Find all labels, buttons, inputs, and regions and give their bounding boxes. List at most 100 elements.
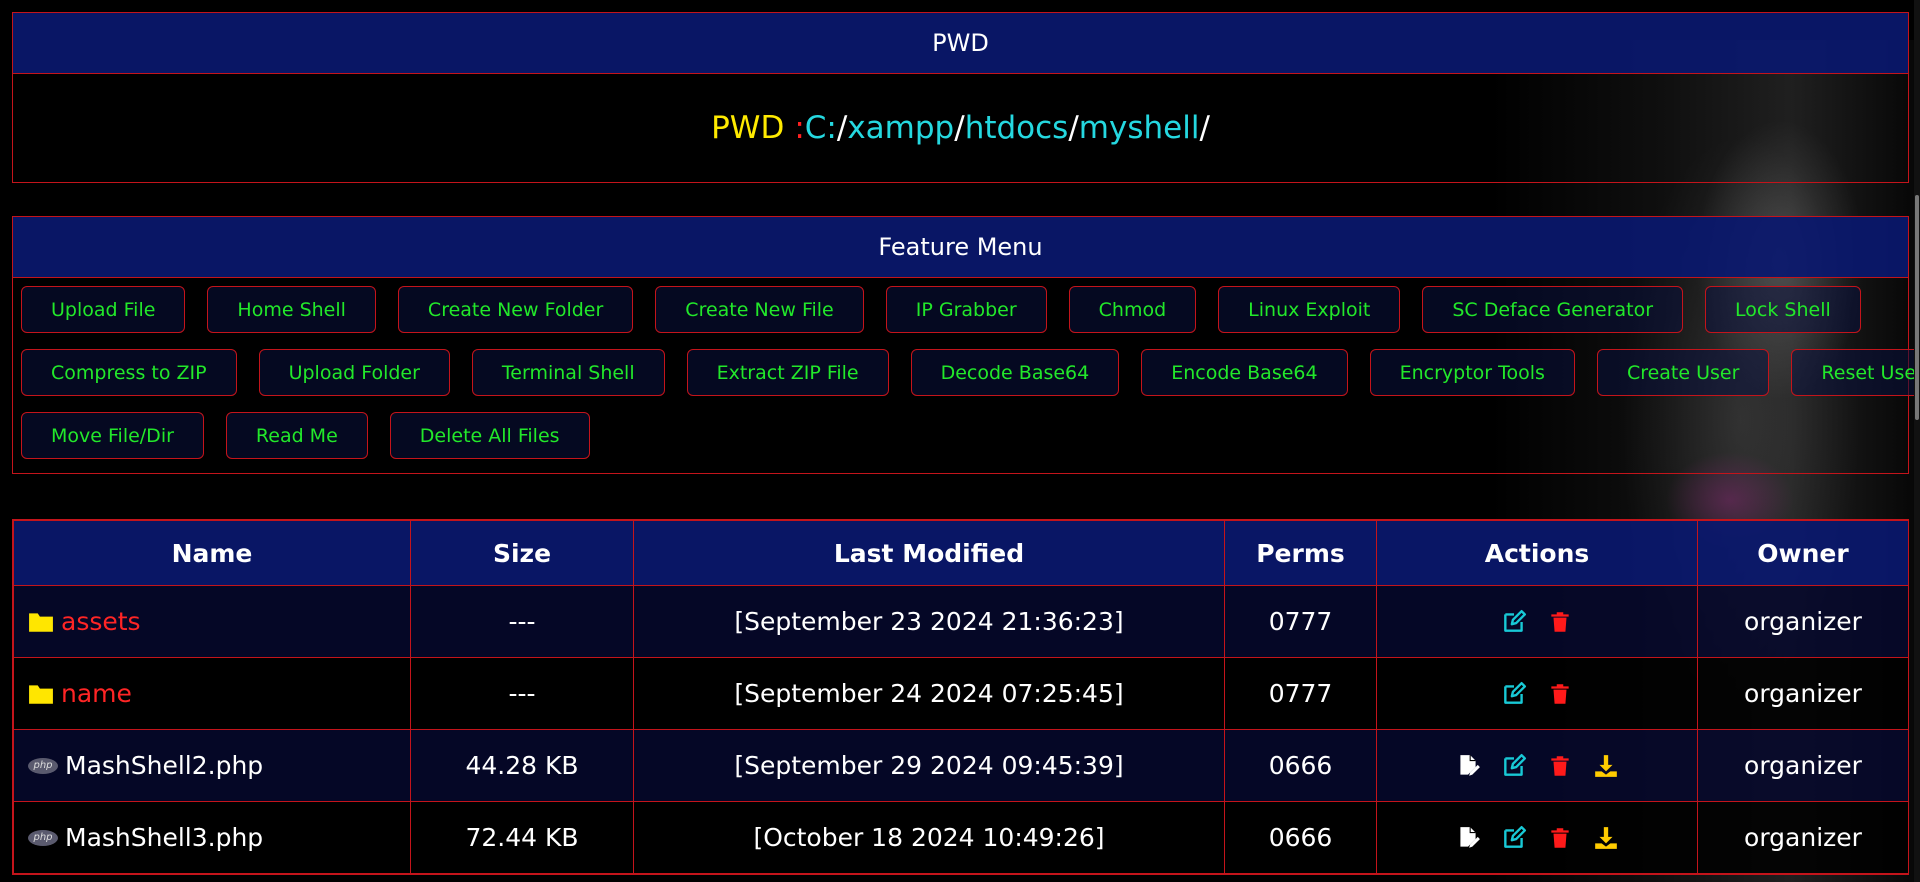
header-size[interactable]: Size [410,520,634,586]
edit-file-icon[interactable] [1455,753,1481,779]
folder-icon [28,681,54,707]
feature-menu-title: Feature Menu [13,217,1908,278]
trash-icon[interactable] [1547,609,1573,635]
pwd-panel: PWD PWD : C:/xampp/htdocs/myshell/ [12,12,1909,183]
table-row: assets --- [September 23 2024 21:36:23] 077… [13,585,1909,658]
shell-page: PWD PWD : C:/xampp/htdocs/myshell/ Featu… [0,0,1920,882]
trash-icon[interactable] [1547,825,1573,851]
rename-icon[interactable] [1501,825,1527,851]
name-cell: php MashShell3.php [13,801,411,874]
chmod-button[interactable]: Chmod [1068,286,1197,333]
name-cell: assets [13,585,411,658]
path-separator: / [836,110,848,146]
create-user-button[interactable]: Create User [1596,349,1770,396]
scrollbar[interactable] [1914,0,1920,882]
path-segment-link[interactable]: htdocs [965,110,1069,146]
path-segment-link[interactable]: C: [805,110,837,146]
size-cell: --- [410,657,634,730]
size-cell: 72.44 KB [410,801,634,874]
upload-folder-button[interactable]: Upload Folder [258,349,450,396]
actions-cell [1376,657,1698,730]
name-cell-content: assets [28,607,409,636]
php-file-icon: php [28,829,58,846]
compress-to-zip-button[interactable]: Compress to ZIP [21,349,237,396]
actions-group [1378,681,1696,707]
perms-cell[interactable]: 0666 [1224,801,1377,874]
name-cell-content: php MashShell3.php [28,823,409,852]
header-name[interactable]: Name [13,520,411,586]
header-actions: Actions [1376,520,1698,586]
trash-icon[interactable] [1547,753,1573,779]
download-icon[interactable] [1593,753,1619,779]
terminal-shell-button[interactable]: Terminal Shell [471,349,665,396]
encode-base64-button[interactable]: Encode Base64 [1141,349,1348,396]
feature-button-row: Move File/Dir Read Me Delete All Files [21,412,1908,459]
owner-cell: organizer [1697,585,1909,658]
read-me-button[interactable]: Read Me [225,412,368,459]
rename-icon[interactable] [1501,681,1527,707]
php-file-icon: php [28,757,58,774]
home-shell-button[interactable]: Home Shell [207,286,376,333]
owner-cell: organizer [1697,801,1909,874]
perms-cell[interactable]: 0666 [1224,729,1377,802]
header-last-modified[interactable]: Last Modified [633,520,1225,586]
decode-base64-button[interactable]: Decode Base64 [910,349,1120,396]
pwd-segments: C:/xampp/htdocs/myshell/ [805,110,1210,146]
path-segment-link[interactable]: xampp [847,110,954,146]
reset-users-button[interactable]: Reset Users [1791,349,1920,396]
size-cell: --- [410,585,634,658]
modified-cell: [September 23 2024 21:36:23] [633,585,1225,658]
upload-file-button[interactable]: Upload File [21,286,186,333]
rename-icon[interactable] [1501,609,1527,635]
actions-cell [1376,585,1698,658]
extract-zip-file-button[interactable]: Extract ZIP File [686,349,889,396]
header-perms[interactable]: Perms [1224,520,1377,586]
path-segment-link[interactable]: myshell [1079,110,1200,146]
actions-group [1378,825,1696,851]
edit-file-icon[interactable] [1455,825,1481,851]
rename-icon[interactable] [1501,753,1527,779]
create-new-folder-button[interactable]: Create New Folder [397,286,634,333]
delete-all-files-button[interactable]: Delete All Files [389,412,590,459]
create-new-file-button[interactable]: Create New File [655,286,864,333]
header-owner[interactable]: Owner [1697,520,1909,586]
pwd-colon: : [794,110,805,146]
lock-shell-button[interactable]: Lock Shell [1705,286,1861,333]
feature-button-row: Upload File Home Shell Create New Folder Cr… [21,286,1908,333]
scrollbar-thumb[interactable] [1915,195,1919,420]
name-cell: name [13,657,411,730]
table-row: php MashShell3.php 72.44 KB [October 18 202… [13,801,1909,874]
name-cell: php MashShell2.php [13,729,411,802]
perms-cell[interactable]: 0777 [1224,585,1377,658]
path-separator: / [954,110,965,146]
feature-button-row: Compress to ZIP Upload Folder Terminal She… [21,349,1920,396]
modified-cell: [October 18 2024 10:49:26] [633,801,1225,874]
actions-group [1378,753,1696,779]
table-row: php MashShell2.php 44.28 KB [September 29 2… [13,729,1909,802]
feature-buttons: Upload File Home Shell Create New Folder Cr… [13,278,1920,459]
actions-cell [1376,729,1698,802]
pwd-path: PWD : C:/xampp/htdocs/myshell/ [13,74,1908,182]
perms-cell[interactable]: 0777 [1224,657,1377,730]
file-table-header: Name Size Last Modified Perms Actions Ow… [13,520,1909,586]
folder-link[interactable]: assets [61,607,141,636]
ip-grabber-button[interactable]: IP Grabber [885,286,1047,333]
actions-cell [1376,801,1698,874]
download-icon[interactable] [1593,825,1619,851]
trash-icon[interactable] [1547,681,1573,707]
move-file-dir-button[interactable]: Move File/Dir [21,412,204,459]
table-row: name --- [September 24 2024 07:25:45] 0777 o… [13,657,1909,730]
file-link[interactable]: MashShell2.php [65,751,263,780]
file-table: Name Size Last Modified Perms Actions Ow… [13,520,1909,874]
owner-cell: organizer [1697,657,1909,730]
folder-icon [28,609,54,635]
feature-menu: Feature Menu Upload File Home Shell Create… [12,216,1920,474]
sc-deface-generator-button[interactable]: SC Deface Generator [1422,286,1684,333]
folder-link[interactable]: name [61,679,132,708]
file-link[interactable]: MashShell3.php [65,823,263,852]
path-separator: / [1068,110,1079,146]
encryptor-tools-button[interactable]: Encryptor Tools [1369,349,1575,396]
pwd-label: PWD [711,110,785,146]
linux-exploit-button[interactable]: Linux Exploit [1218,286,1401,333]
modified-cell: [September 24 2024 07:25:45] [633,657,1225,730]
